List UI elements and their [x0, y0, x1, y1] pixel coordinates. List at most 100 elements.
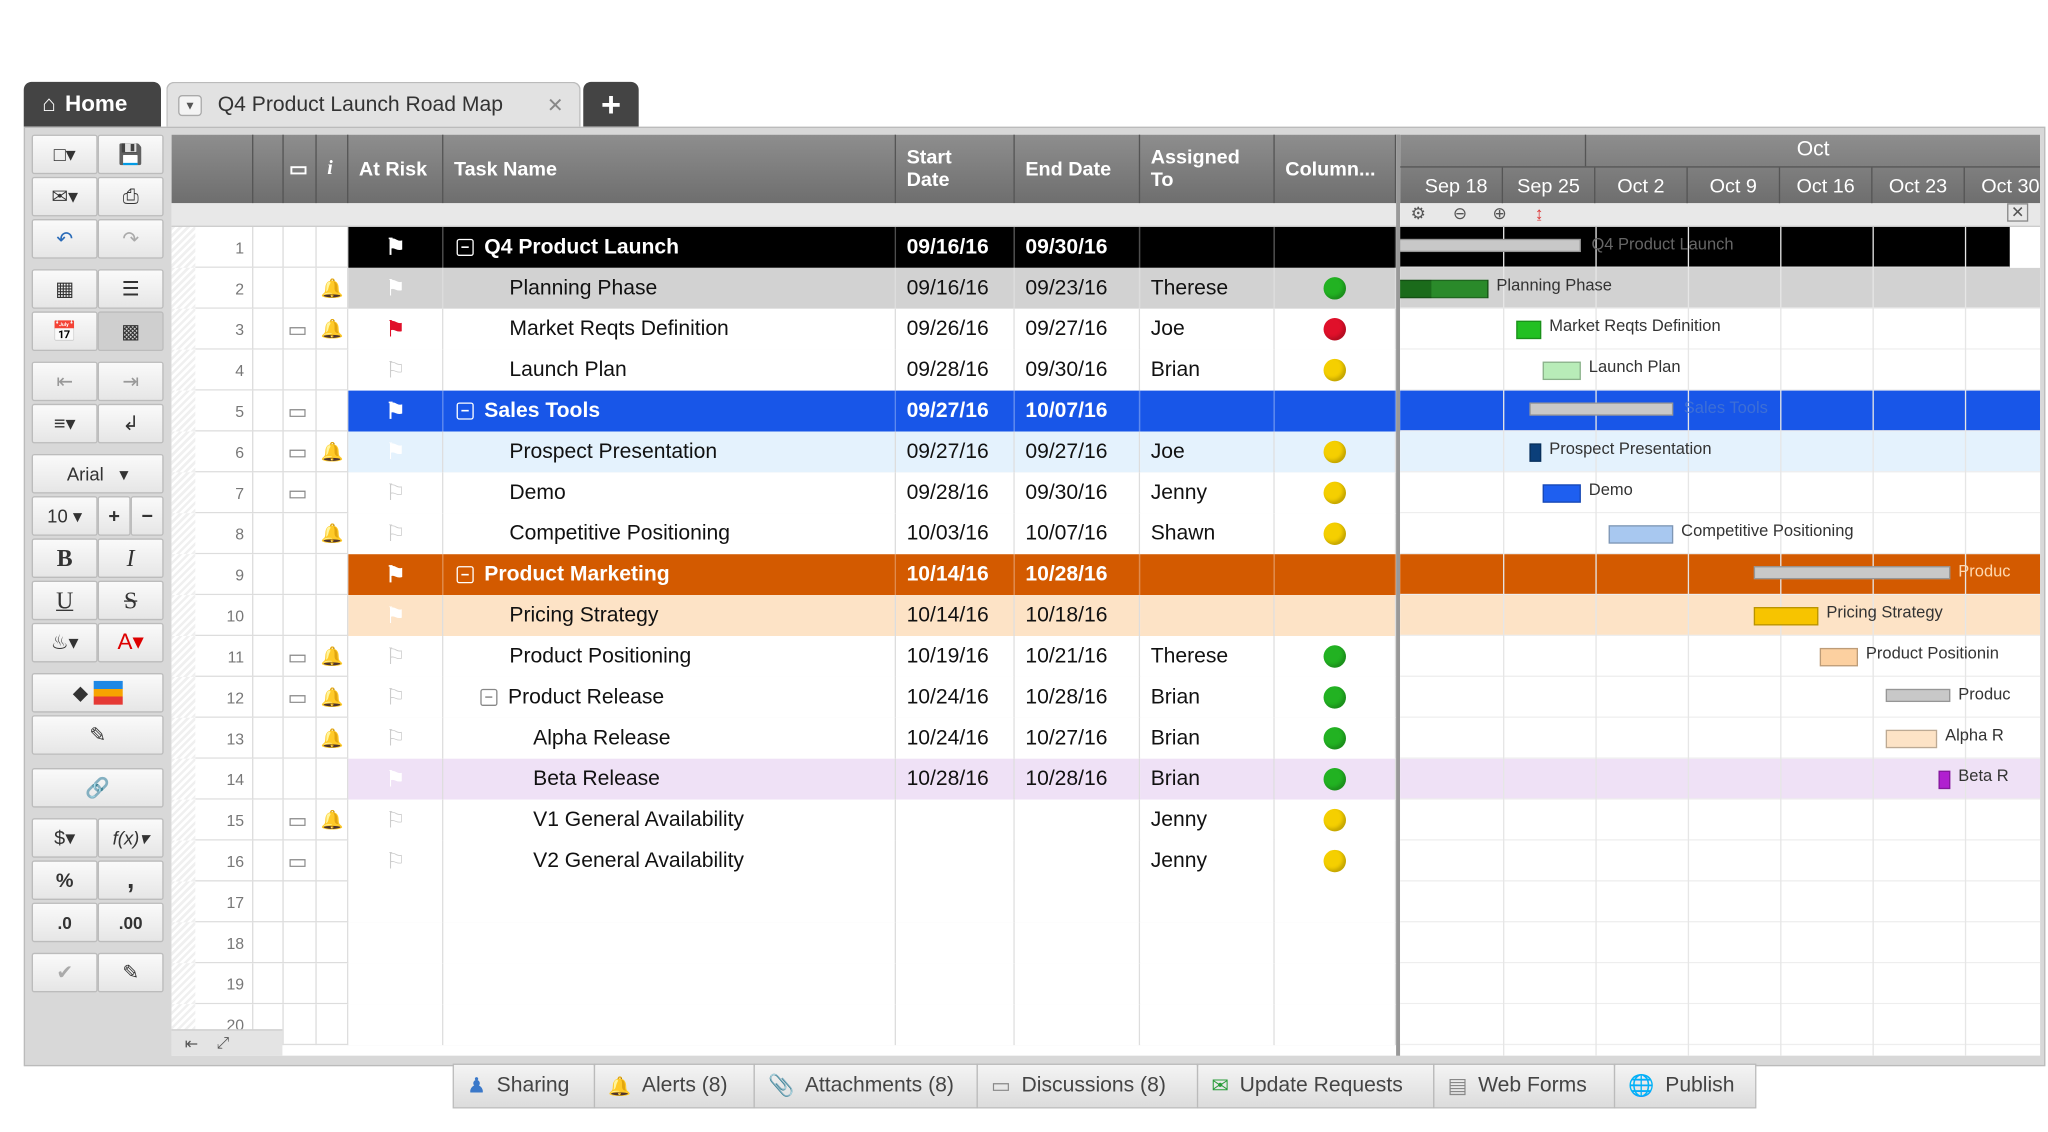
- assigned-to-cell[interactable]: Brian: [1140, 676, 1275, 718]
- flag-icon[interactable]: ⚐: [385, 725, 405, 751]
- gantt-view-icon[interactable]: ☰: [97, 269, 164, 309]
- collapse-toggle-icon[interactable]: −: [456, 566, 474, 584]
- end-date-cell[interactable]: 10/28/16: [1014, 676, 1141, 718]
- chevron-down-icon[interactable]: ▼: [178, 94, 202, 116]
- end-date-cell[interactable]: 10/18/16: [1014, 595, 1141, 637]
- outdent-icon[interactable]: ⇤: [31, 361, 98, 402]
- comment-icon[interactable]: ▭: [288, 643, 308, 669]
- undo-icon[interactable]: ↶: [31, 219, 98, 259]
- gantt-bar[interactable]: [1938, 770, 1951, 790]
- text-color-icon[interactable]: A▾: [97, 622, 164, 663]
- table-row[interactable]: 8 🔔 ⚐ Competitive Positioning 10/03/16 10/07/…: [171, 513, 1397, 555]
- comment-icon[interactable]: ▭: [288, 316, 308, 342]
- task-name-cell[interactable]: Product Positioning: [443, 636, 897, 677]
- fill-color-icon[interactable]: ♨▾: [31, 622, 98, 663]
- decrease-decimal-icon[interactable]: .0: [31, 902, 98, 943]
- gear-icon[interactable]: ⚙: [1411, 203, 1426, 224]
- start-date-cell[interactable]: 09/26/16: [896, 308, 1015, 350]
- gantt-bar[interactable]: [1516, 320, 1542, 340]
- table-row[interactable]: 15 ▭ 🔔 ⚐ V1 General Availability Jenny: [171, 799, 1397, 841]
- publish-tab[interactable]: 🌐 Publish: [1613, 1063, 1757, 1109]
- task-name-cell[interactable]: V2 General Availability: [443, 840, 897, 882]
- task-name-cell[interactable]: Alpha Release: [443, 717, 897, 759]
- task-name-cell[interactable]: Demo: [443, 472, 897, 514]
- wrap-text-icon[interactable]: ↲: [97, 403, 164, 444]
- function-icon[interactable]: f(x) ▾: [97, 818, 164, 858]
- end-date-cell[interactable]: 10/28/16: [1014, 758, 1141, 800]
- close-icon[interactable]: ✕: [547, 93, 564, 116]
- redo-icon[interactable]: ↷: [97, 219, 164, 259]
- start-date-cell[interactable]: 09/16/16: [896, 226, 1015, 268]
- table-row[interactable]: 19: [171, 963, 1397, 1005]
- flag-icon[interactable]: ⚐: [385, 480, 405, 506]
- status-cell[interactable]: [1274, 431, 1397, 473]
- col-end-date[interactable]: End Date: [1015, 134, 1141, 204]
- status-cell[interactable]: [1274, 513, 1397, 555]
- gantt-bar[interactable]: [1542, 361, 1581, 381]
- bell-icon[interactable]: 🔔: [321, 277, 344, 299]
- end-date-cell[interactable]: 10/07/16: [1014, 513, 1141, 555]
- zoom-out-icon[interactable]: ⊖: [1453, 203, 1467, 224]
- table-row[interactable]: 20: [171, 1004, 1397, 1046]
- status-cell[interactable]: [1274, 799, 1397, 841]
- bell-icon[interactable]: 🔔: [321, 318, 344, 340]
- task-name-cell[interactable]: Market Reqts Definition: [443, 308, 897, 350]
- assigned-to-cell[interactable]: Shawn: [1140, 513, 1275, 555]
- assigned-to-cell[interactable]: [1140, 595, 1275, 637]
- discussions-tab[interactable]: ▭ Discussions (8): [976, 1063, 1199, 1109]
- print-icon[interactable]: ⎙: [97, 176, 164, 217]
- task-name-cell[interactable]: V1 General Availability: [443, 799, 897, 841]
- gantt-bar[interactable]: [1885, 688, 1951, 703]
- gantt-bar[interactable]: [1529, 402, 1674, 416]
- table-row[interactable]: 10 ⚑ Pricing Strategy 10/14/16 10/18/16: [171, 595, 1397, 637]
- start-date-cell[interactable]: 09/28/16: [896, 349, 1015, 391]
- status-cell[interactable]: [1274, 390, 1397, 432]
- at-risk-cell[interactable]: ⚑: [348, 308, 444, 350]
- comment-icon[interactable]: ▭: [288, 807, 308, 833]
- assigned-to-cell[interactable]: Brian: [1140, 717, 1275, 759]
- flag-icon[interactable]: ⚐: [385, 521, 405, 547]
- end-date-cell[interactable]: [1014, 840, 1141, 882]
- task-name-cell[interactable]: − Sales Tools: [443, 390, 897, 432]
- start-date-cell[interactable]: 10/24/16: [896, 676, 1015, 718]
- italic-button[interactable]: I: [97, 538, 164, 578]
- end-date-cell[interactable]: 10/28/16: [1014, 554, 1141, 596]
- start-date-cell[interactable]: 10/14/16: [896, 595, 1015, 637]
- collapse-icon[interactable]: ⇤: [185, 1034, 198, 1052]
- at-risk-cell[interactable]: ⚑: [348, 390, 444, 432]
- flag-icon[interactable]: ⚑: [385, 602, 405, 628]
- gantt-bar[interactable]: [1400, 279, 1489, 299]
- end-date-cell[interactable]: 09/30/16: [1014, 349, 1141, 391]
- comment-column-icon[interactable]: ▭: [284, 134, 317, 204]
- assigned-to-cell[interactable]: Jenny: [1140, 840, 1275, 882]
- underline-button[interactable]: U: [31, 580, 98, 621]
- currency-format-icon[interactable]: $ ▾: [31, 818, 98, 858]
- at-risk-cell[interactable]: ⚑: [348, 431, 444, 473]
- flag-icon[interactable]: ⚐: [385, 848, 405, 874]
- at-risk-cell[interactable]: ⚐: [348, 840, 444, 882]
- table-row[interactable]: 16 ▭ ⚐ V2 General Availability Jenny: [171, 840, 1397, 882]
- bell-icon[interactable]: 🔔: [321, 809, 344, 831]
- assigned-to-cell[interactable]: Joe: [1140, 308, 1275, 350]
- flag-icon[interactable]: ⚑: [385, 766, 405, 792]
- start-date-cell[interactable]: 10/24/16: [896, 717, 1015, 759]
- indent-icon[interactable]: ⇥: [97, 361, 164, 402]
- col-assigned-to[interactable]: Assigned To: [1140, 134, 1275, 204]
- bell-icon[interactable]: 🔔: [321, 645, 344, 667]
- conditional-format-icon[interactable]: ◆: [31, 672, 164, 713]
- start-date-cell[interactable]: [896, 799, 1015, 841]
- end-date-cell[interactable]: 10/27/16: [1014, 717, 1141, 759]
- start-date-cell[interactable]: 09/28/16: [896, 472, 1015, 514]
- gantt-bar[interactable]: [1885, 729, 1938, 749]
- attachments-tab[interactable]: 📎 Attachments (8): [753, 1063, 978, 1109]
- status-cell[interactable]: [1274, 840, 1397, 882]
- table-row[interactable]: 9 ⚑ − Product Marketing 10/14/16 10/28/16: [171, 554, 1397, 596]
- task-name-cell[interactable]: Launch Plan: [443, 349, 897, 391]
- comment-icon[interactable]: ▭: [288, 684, 308, 710]
- table-row[interactable]: 18: [171, 922, 1397, 964]
- comma-icon[interactable]: ,: [97, 860, 164, 900]
- card-view-icon[interactable]: ▩: [97, 311, 164, 352]
- at-risk-cell[interactable]: ⚑: [348, 267, 444, 309]
- assigned-to-cell[interactable]: Joe: [1140, 431, 1275, 473]
- start-date-cell[interactable]: 09/16/16: [896, 267, 1015, 309]
